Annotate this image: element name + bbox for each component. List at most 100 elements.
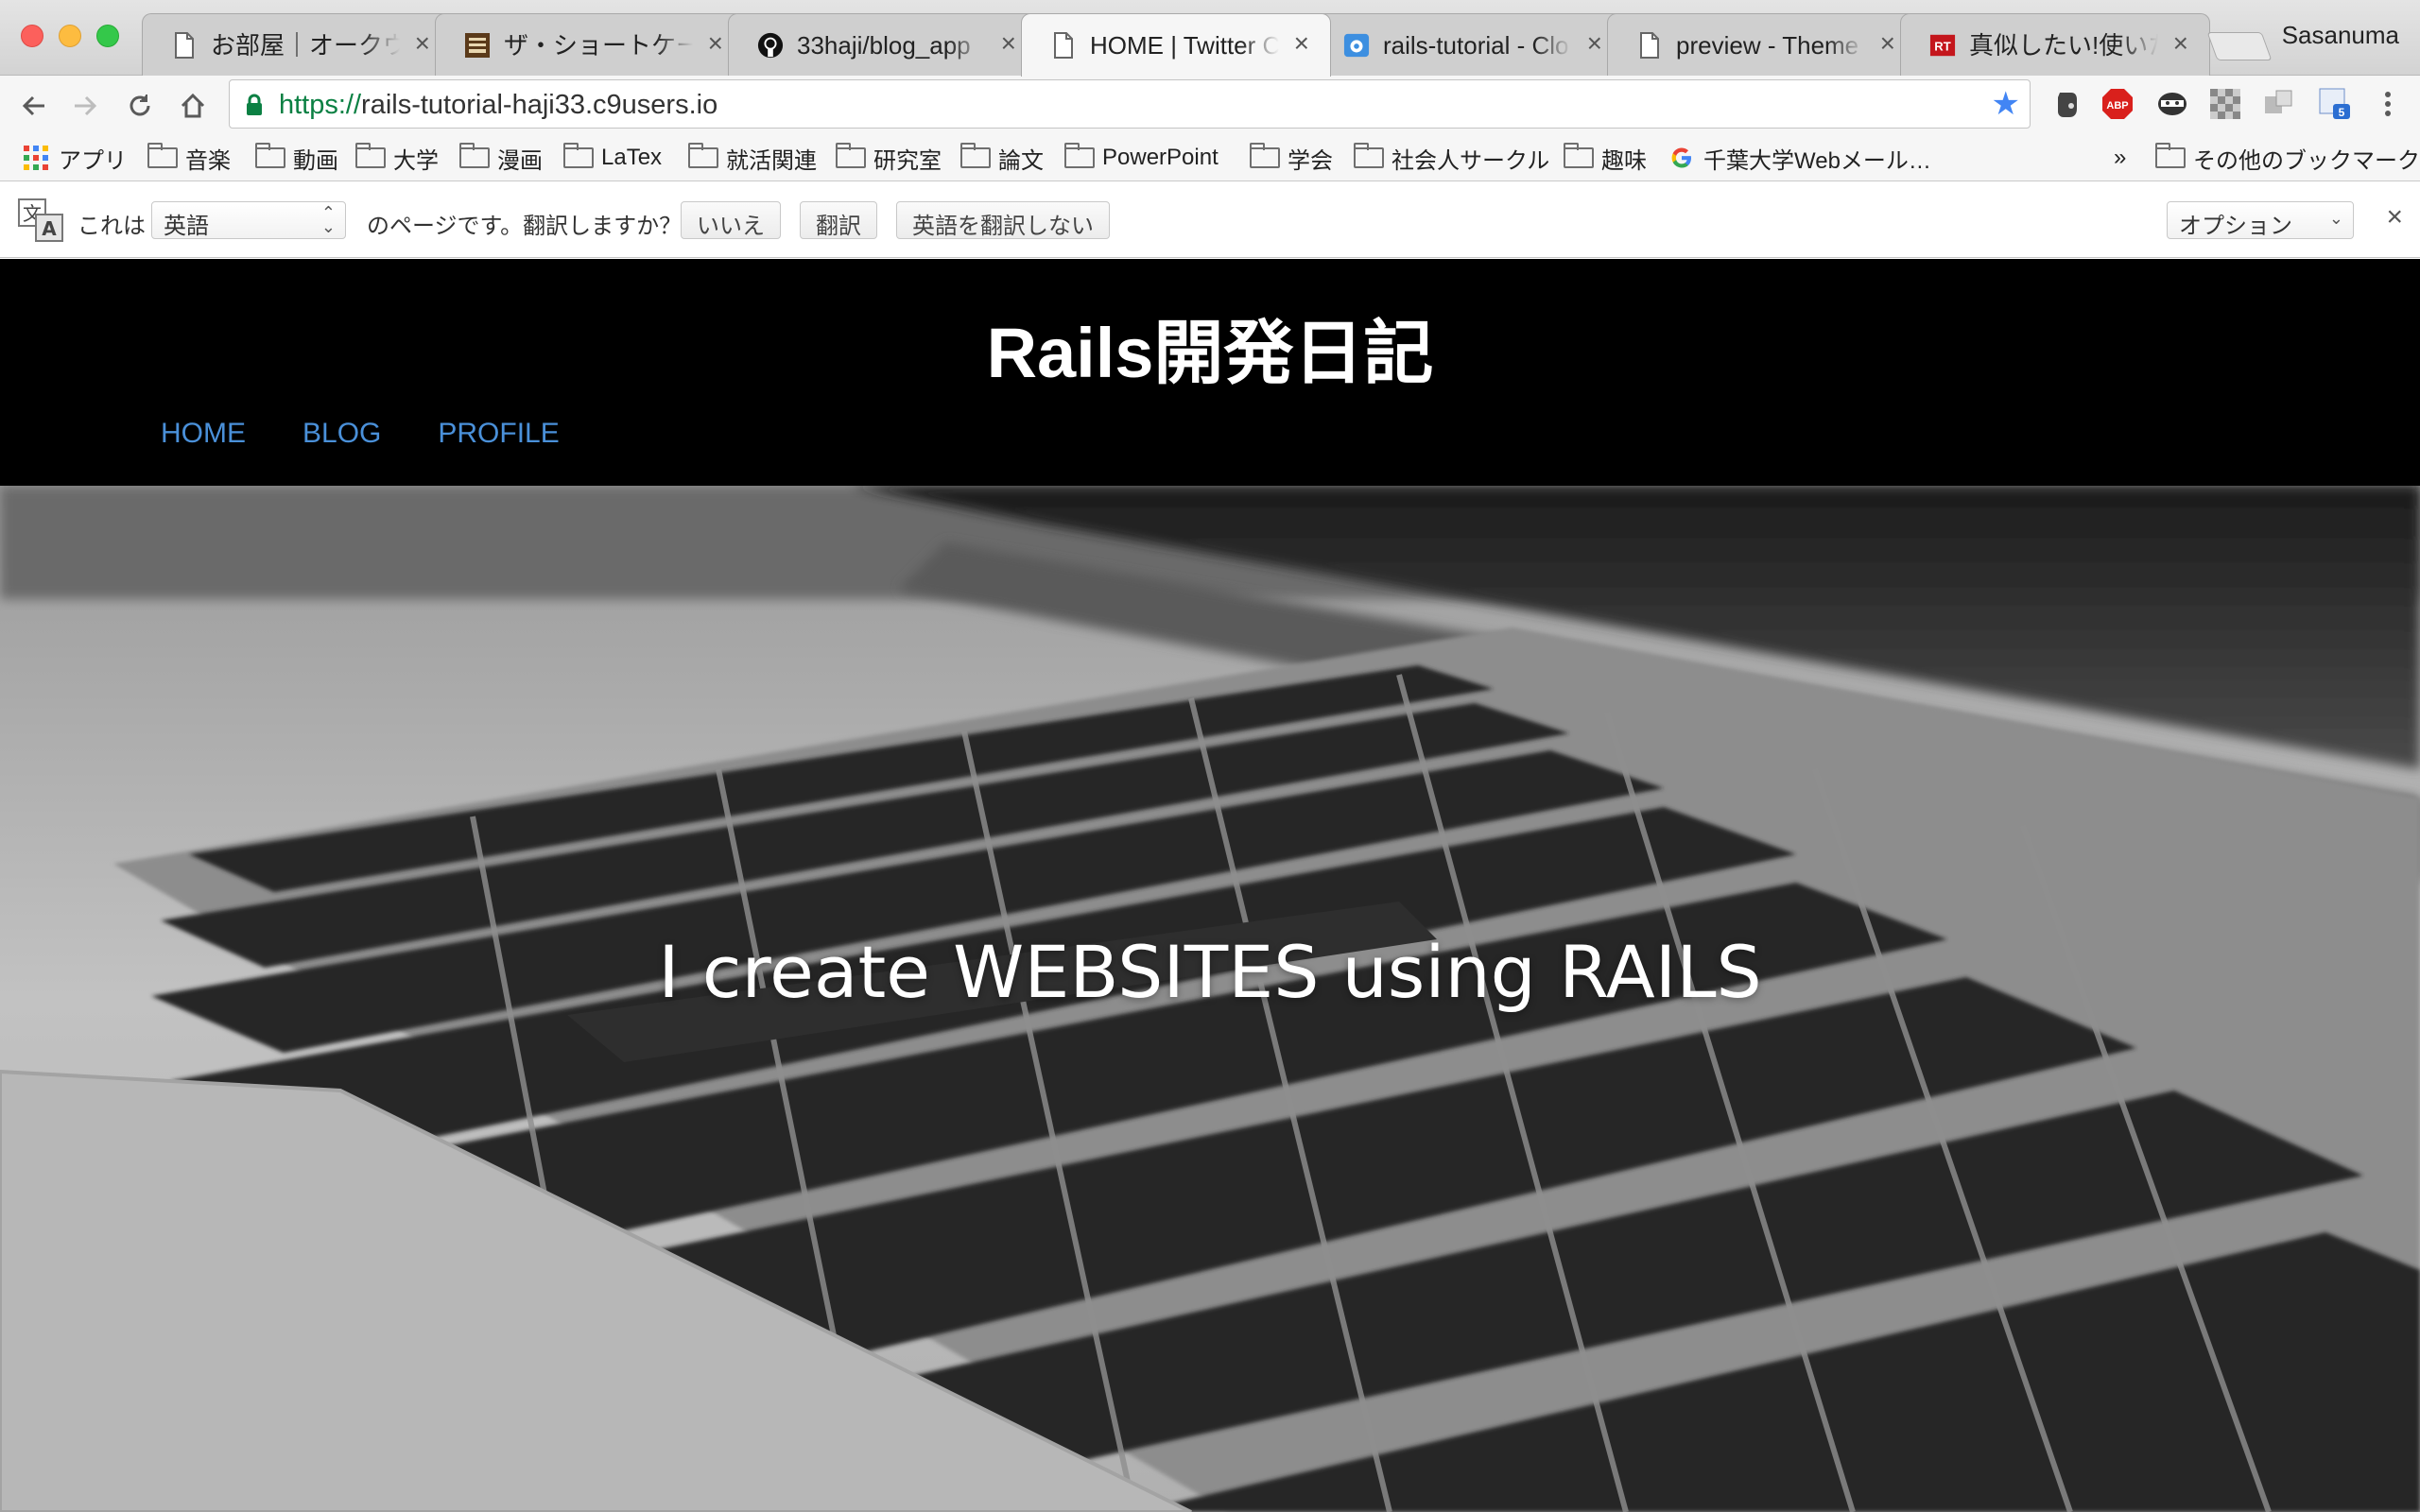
page-icon [171, 31, 198, 60]
close-tab-icon[interactable]: × [708, 28, 723, 58]
bookmark-star-icon[interactable]: ★ [1992, 88, 2020, 120]
bookmark-folder[interactable]: 論文 [960, 142, 1044, 174]
url-text[interactable]: https://rails-tutorial-haji33.c9users.io [279, 90, 717, 121]
apps-grid-icon [24, 146, 48, 170]
close-tab-icon[interactable]: × [1587, 28, 1602, 58]
close-icon[interactable]: × [2386, 201, 2403, 233]
lock-icon[interactable] [245, 94, 264, 121]
bookmark-folder[interactable]: 就活関連 [688, 142, 817, 174]
bookmarks-bar: アプリ 音楽 動画 大学 漫画 LaTex 就活関連 研究室 論文 PowerP… [0, 134, 2420, 181]
tab-title: preview - Theme [1676, 31, 1859, 60]
profile-name[interactable]: Sasanuma [2282, 21, 2399, 50]
kanji-extension-icon[interactable]: 5 [2318, 87, 2352, 121]
close-tab-icon[interactable]: × [2173, 28, 2188, 58]
minimize-window-button[interactable] [59, 25, 81, 47]
tab-6[interactable]: preview - Theme × [1607, 13, 1917, 76]
folder-icon [255, 143, 285, 168]
other-bookmarks[interactable]: その他のブックマーク [2155, 142, 2420, 174]
tab-1[interactable]: お部屋｜オークウッ × [142, 13, 452, 76]
nav-blog-link[interactable]: BLOG [302, 418, 381, 450]
bookmark-folder[interactable]: 学会 [1250, 142, 1333, 174]
tab-5[interactable]: rails-tutorial - Clo × [1314, 13, 1624, 76]
folder-icon [836, 143, 866, 168]
nav-home-link[interactable]: HOME [161, 418, 246, 450]
hero-headline: I create WEBSITES using RAILS [658, 930, 1762, 1014]
bookmark-folder[interactable]: 漫画 [459, 142, 543, 174]
translate-button[interactable]: 翻訳 [800, 201, 877, 239]
home-button[interactable] [174, 87, 212, 125]
tab-title: お部屋｜オークウッ [211, 31, 400, 60]
site-favicon [464, 31, 491, 60]
bookmark-folder[interactable]: LaTex [563, 142, 662, 174]
checker-extension-icon[interactable] [2208, 87, 2242, 121]
bookmark-folder[interactable]: 研究室 [836, 142, 942, 174]
folder-icon [960, 143, 991, 168]
adblock-plus-icon[interactable]: ABP [2100, 87, 2135, 121]
bookmark-folder[interactable]: 社会人サークル [1354, 142, 1549, 174]
page-icon [1636, 31, 1663, 60]
folder-icon [1064, 143, 1095, 168]
ninja-extension-icon[interactable] [2155, 87, 2189, 121]
bookmark-folder[interactable]: 動画 [255, 142, 338, 174]
folder-icon [2155, 143, 2186, 168]
folder-icon [563, 143, 594, 168]
bookmark-folder[interactable]: 大学 [355, 142, 439, 174]
folder-icon [1250, 143, 1280, 168]
bookmark-folder[interactable]: 趣味 [1564, 142, 1647, 174]
bookmark-apps[interactable]: アプリ [23, 142, 127, 174]
tab-strip: お部屋｜オークウッ × ザ・ショートケーキ × 33haji/blog_app … [0, 0, 2420, 77]
bookmark-folder[interactable]: 音楽 [147, 142, 231, 174]
bookmark-label: 千葉大学Webメール… [1703, 147, 1931, 174]
source-language-select[interactable]: 英語 ⌃ ⌄ [151, 201, 346, 239]
bookmark-google-mail[interactable]: 千葉大学Webメール… [1669, 142, 1931, 174]
back-button[interactable] [15, 87, 53, 125]
tab-title: HOME | Twitter C [1090, 31, 1279, 60]
svg-text:RT: RT [1934, 40, 1950, 54]
no-button[interactable]: いいえ [681, 201, 781, 239]
tab-4-active[interactable]: HOME | Twitter C × [1021, 13, 1331, 77]
translate-icon: 文 A [18, 198, 63, 242]
hero-section: I create WEBSITES using RAILS [0, 486, 2420, 1512]
github-icon [757, 31, 784, 60]
page-icon [1050, 31, 1077, 60]
site-nav: HOME BLOG PROFILE [161, 418, 616, 450]
new-tab-button[interactable] [2206, 32, 2273, 60]
close-tab-icon[interactable]: × [1880, 28, 1895, 58]
options-select[interactable]: オプション ⌄ [2167, 201, 2354, 239]
close-window-button[interactable] [21, 25, 43, 47]
tab-title: rails-tutorial - Clo [1383, 31, 1569, 60]
site-header: Rails開発日記 HOME BLOG PROFILE [0, 259, 2420, 486]
never-translate-button[interactable]: 英語を翻訳しない [896, 201, 1110, 239]
evernote-extension-icon[interactable] [2049, 87, 2083, 121]
tab-3[interactable]: 33haji/blog_app × [728, 13, 1038, 76]
site-title[interactable]: Rails開発日記 [0, 297, 2420, 398]
bookmark-folder[interactable]: PowerPoint [1064, 142, 1219, 174]
home-icon [181, 93, 205, 118]
translate-infobar: 文 A これは 英語 ⌃ ⌄ のページです。翻訳しますか？ いいえ 翻訳 英語を翻… [0, 182, 2420, 258]
folder-icon [459, 143, 490, 168]
chevron-down-icon: ⌄ [2328, 209, 2343, 228]
folder-icon [355, 143, 386, 168]
close-tab-icon[interactable]: × [415, 28, 430, 58]
translate-question: のページです。翻訳しますか？ [367, 214, 683, 239]
puzzle-extension-icon[interactable] [2261, 87, 2295, 121]
tab-7[interactable]: RT 真似したい!使いたい × [1900, 13, 2210, 76]
tab-title: ザ・ショートケーキ [504, 31, 693, 60]
address-bar[interactable]: https://rails-tutorial-haji33.c9users.io… [229, 79, 2031, 129]
svg-text:A: A [42, 217, 57, 240]
zoom-window-button[interactable] [96, 25, 119, 47]
svg-text:5: 5 [2339, 106, 2345, 119]
nav-profile-link[interactable]: PROFILE [438, 418, 559, 450]
tabs: お部屋｜オークウッ × ザ・ショートケーキ × 33haji/blog_app … [142, 13, 2278, 77]
close-tab-icon[interactable]: × [1001, 28, 1016, 58]
rt-icon: RT [1929, 31, 1956, 60]
forward-button[interactable] [66, 87, 104, 125]
bookmark-overflow-chevron[interactable]: » [2114, 142, 2126, 174]
chrome-menu-icon[interactable] [2371, 87, 2405, 121]
close-tab-icon[interactable]: × [1294, 28, 1309, 58]
reload-button[interactable] [121, 87, 159, 125]
tab-2[interactable]: ザ・ショートケーキ × [435, 13, 745, 76]
translate-prefix: これは [78, 214, 146, 239]
tab-title: 真似したい!使いたい [1969, 31, 2158, 60]
back-arrow-icon [22, 95, 44, 116]
